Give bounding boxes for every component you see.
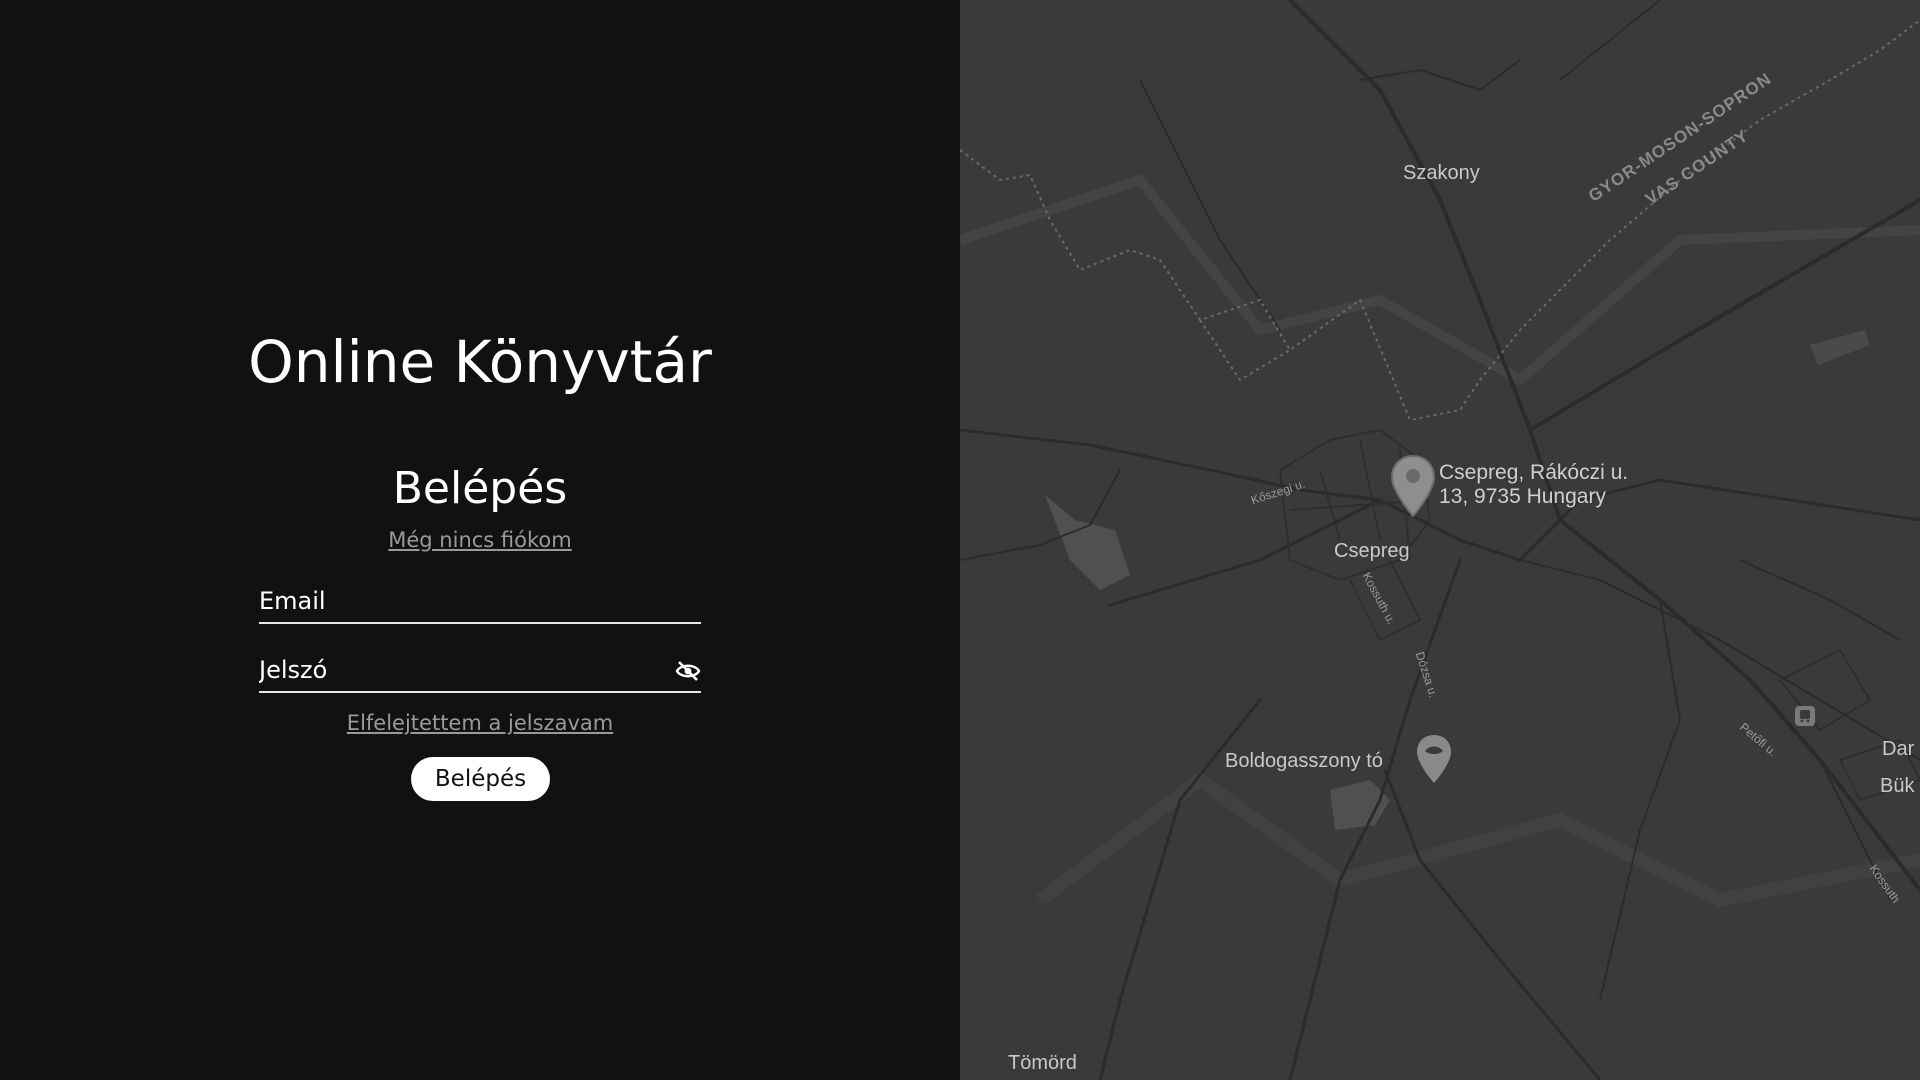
place-label-dar: Dar <box>1882 738 1915 760</box>
place-label-tomord: Tömörd <box>1008 1052 1077 1074</box>
app-title: Online Könyvtár <box>248 328 712 396</box>
place-label-csepreg: Csepreg <box>1334 540 1410 562</box>
marker-address: Csepreg, Rákóczi u. 13, 9735 Hungary <box>1439 461 1628 509</box>
password-field <box>259 651 701 693</box>
email-field <box>259 582 701 624</box>
marker-address-line2: 13, 9735 Hungary <box>1439 485 1606 508</box>
eye-off-icon[interactable] <box>675 660 701 682</box>
email-input[interactable] <box>259 582 659 620</box>
marker-address-line1: Csepreg, Rákóczi u. <box>1439 461 1629 484</box>
place-label-buk: Bük <box>1880 775 1915 797</box>
place-label-szakony: Szakony <box>1403 162 1480 184</box>
login-panel: Online Könyvtár Belépés Még nincs fiókom… <box>0 0 960 1080</box>
login-button[interactable]: Belépés <box>411 757 550 801</box>
map[interactable]: Szakony Csepreg Tömörd Dar Bük Boldogass… <box>960 0 1920 1080</box>
password-input[interactable] <box>259 651 659 689</box>
forgot-password-link[interactable]: Elfelejtettem a jelszavam <box>0 711 960 735</box>
place-label-lake: Boldogasszony tó <box>1225 750 1383 772</box>
login-heading: Belépés <box>392 463 568 514</box>
register-link[interactable]: Még nincs fiókom <box>0 528 960 552</box>
